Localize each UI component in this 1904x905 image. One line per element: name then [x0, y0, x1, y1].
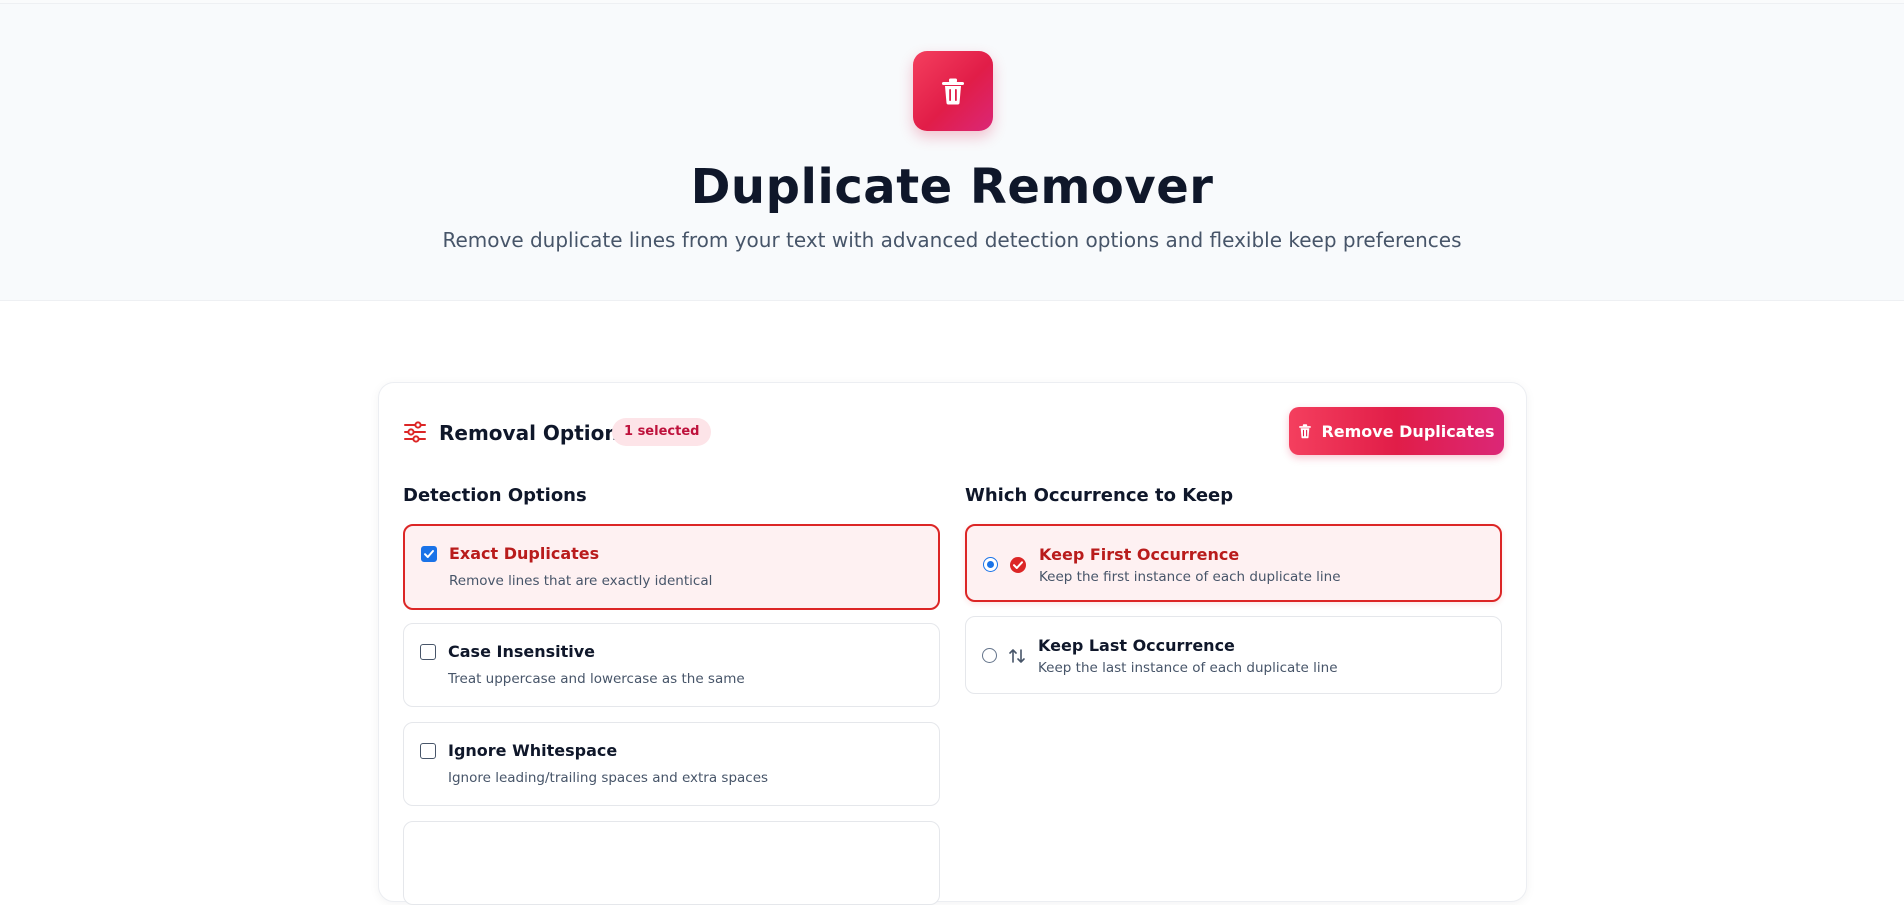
option-case-insensitive[interactable]: Case Insensitive Treat uppercase and low… [403, 623, 940, 707]
hero-section: Duplicate Remover Remove duplicate lines… [0, 4, 1904, 301]
detection-options-heading: Detection Options [403, 485, 587, 506]
keep-option-label: Keep Last Occurrence [1038, 636, 1235, 655]
ignore-whitespace-checkbox[interactable] [420, 743, 436, 759]
check-circle-icon [1010, 557, 1026, 573]
card-title: Removal Options [439, 421, 631, 445]
exact-duplicates-checkbox[interactable] [421, 546, 437, 562]
keep-option-description: Keep the last instance of each duplicate… [1038, 660, 1338, 676]
option-exact-duplicates[interactable]: Exact Duplicates Remove lines that are e… [403, 524, 940, 610]
option-label: Ignore Whitespace [448, 741, 618, 760]
option-label: Exact Duplicates [449, 544, 600, 563]
keep-last-occurrence-option[interactable]: Keep Last Occurrence Keep the last insta… [965, 616, 1502, 694]
page-title: Duplicate Remover [690, 159, 1214, 215]
keep-option-label: Keep First Occurrence [1039, 545, 1240, 564]
selected-count-badge: 1 selected [612, 418, 712, 446]
trash-icon [1299, 424, 1312, 439]
option-description: Remove lines that are exactly identical [449, 573, 713, 589]
remove-duplicates-button[interactable]: Remove Duplicates [1289, 407, 1504, 455]
sort-arrows-icon [1009, 649, 1025, 663]
removal-options-card: Removal Options 1 selected Remove Duplic… [378, 382, 1527, 905]
keep-last-radio[interactable] [982, 648, 997, 663]
option-description: Ignore leading/trailing spaces and extra… [448, 770, 769, 786]
option-ignore-whitespace[interactable]: Ignore Whitespace Ignore leading/trailin… [403, 722, 940, 806]
case-insensitive-checkbox[interactable] [420, 644, 436, 660]
option-next-partial[interactable] [403, 821, 940, 905]
keep-option-description: Keep the first instance of each duplicat… [1039, 569, 1341, 585]
keep-occurrence-heading: Which Occurrence to Keep [965, 485, 1234, 506]
page-subtitle: Remove duplicate lines from your text wi… [442, 228, 1462, 252]
keep-first-occurrence-option[interactable]: Keep First Occurrence Keep the first ins… [965, 524, 1502, 602]
option-description: Treat uppercase and lowercase as the sam… [448, 671, 745, 687]
remove-duplicates-label: Remove Duplicates [1321, 421, 1495, 441]
keep-first-radio[interactable] [983, 557, 998, 572]
trash-icon [913, 51, 993, 131]
option-label: Case Insensitive [448, 642, 596, 661]
sliders-icon [404, 421, 426, 443]
